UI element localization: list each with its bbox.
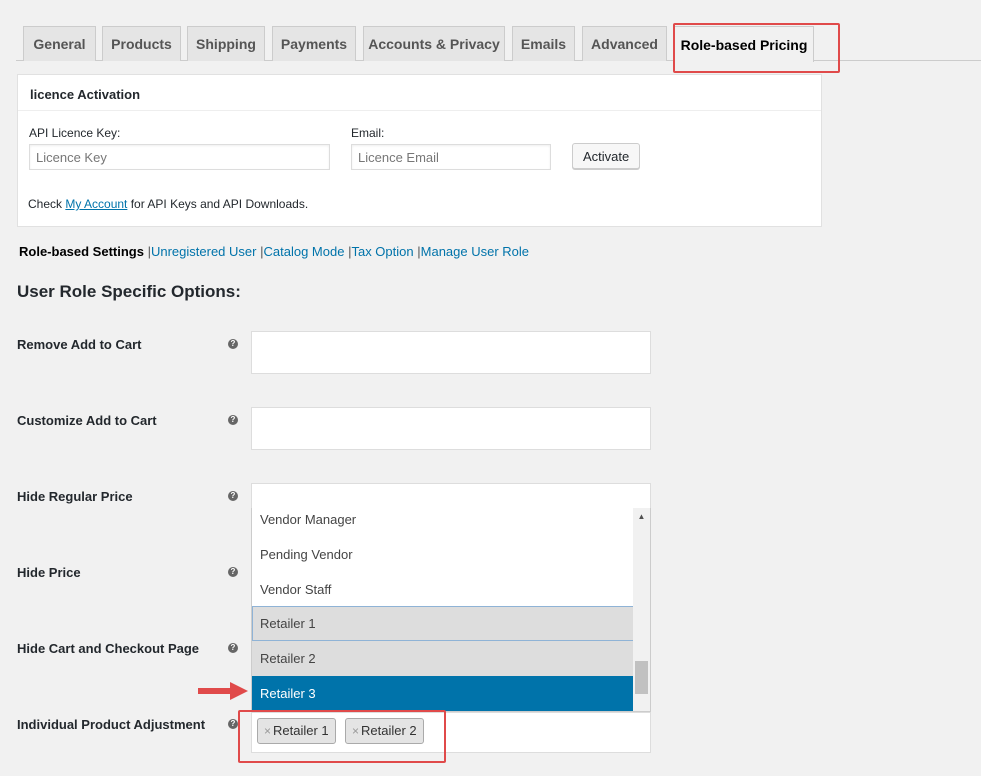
remove-tag-icon[interactable]: ×: [352, 724, 359, 738]
tab-shipping[interactable]: Shipping: [187, 26, 265, 61]
activate-button[interactable]: Activate: [572, 143, 640, 169]
hide-regular-price-label: Hide Regular Price: [17, 489, 133, 504]
option-retailer-3[interactable]: Retailer 3: [252, 676, 634, 711]
selected-tag-retailer-2: × Retailer 2: [345, 718, 424, 744]
selected-tag-retailer-1: × Retailer 1: [257, 718, 336, 744]
licence-note-prefix: Check: [28, 197, 66, 211]
option-vendor-manager[interactable]: Vendor Manager: [252, 508, 634, 537]
api-key-label: API Licence Key:: [29, 126, 121, 140]
option-retailer-2[interactable]: Retailer 2: [252, 641, 634, 676]
help-icon[interactable]: ?: [228, 415, 238, 425]
subnav-catalog-mode[interactable]: Catalog Mode: [264, 244, 345, 259]
help-icon[interactable]: ?: [228, 491, 238, 501]
tab-role-based-pricing[interactable]: Role-based Pricing: [674, 26, 814, 62]
my-account-link[interactable]: My Account: [65, 197, 127, 211]
tab-emails[interactable]: Emails: [512, 26, 575, 61]
option-pending-vendor[interactable]: Pending Vendor: [252, 537, 634, 572]
licence-activation-panel: licence Activation API Licence Key: Emai…: [17, 74, 822, 227]
option-retailer-1[interactable]: Retailer 1: [252, 606, 634, 641]
licence-note: Check My Account for API Keys and API Do…: [28, 197, 308, 211]
individual-product-adjustment-label: Individual Product Adjustment: [17, 717, 206, 732]
email-label: Email:: [351, 126, 385, 140]
tag-label: Retailer 2: [361, 723, 417, 738]
scrollbar-thumb[interactable]: [635, 661, 648, 694]
remove-add-to-cart-label: Remove Add to Cart: [17, 337, 142, 352]
panel-divider: [18, 110, 821, 111]
licence-email-input[interactable]: [351, 144, 551, 170]
licence-note-suffix: for API Keys and API Downloads.: [127, 197, 309, 211]
customize-add-to-cart-select[interactable]: [251, 407, 651, 450]
help-icon[interactable]: ?: [228, 719, 238, 729]
customize-add-to-cart-label: Customize Add to Cart: [17, 413, 157, 428]
option-vendor-staff[interactable]: Vendor Staff: [252, 572, 634, 607]
role-dropdown[interactable]: Vendor Manager Pending Vendor Vendor Sta…: [251, 508, 651, 712]
licence-panel-title: licence Activation: [30, 87, 141, 102]
hide-cart-checkout-label: Hide Cart and Checkout Page: [17, 641, 200, 656]
help-icon[interactable]: ?: [228, 567, 238, 577]
hide-regular-price-select[interactable]: [251, 483, 651, 509]
tab-general[interactable]: General: [23, 26, 96, 61]
help-icon[interactable]: ?: [228, 339, 238, 349]
tab-payments[interactable]: Payments: [272, 26, 356, 61]
api-key-input[interactable]: [29, 144, 330, 170]
subnav-tax-option[interactable]: Tax Option: [351, 244, 413, 259]
tab-products[interactable]: Products: [102, 26, 181, 61]
settings-tab-bar: General Products Shipping Payments Accou…: [0, 0, 981, 62]
subnav-role-based-settings[interactable]: Role-based Settings: [19, 244, 144, 259]
tab-accounts-privacy[interactable]: Accounts & Privacy: [363, 26, 505, 61]
help-icon[interactable]: ?: [228, 643, 238, 653]
remove-tag-icon[interactable]: ×: [264, 724, 271, 738]
hide-price-label: Hide Price: [17, 565, 81, 580]
section-heading: User Role Specific Options:: [17, 282, 241, 301]
subnav-manage-user-role[interactable]: Manage User Role: [421, 244, 529, 259]
dropdown-scrollbar[interactable]: ▲: [633, 508, 650, 711]
scroll-up-icon[interactable]: ▲: [633, 511, 650, 523]
settings-subnav: Role-based Settings |Unregistered User |…: [19, 244, 529, 259]
remove-add-to-cart-select[interactable]: [251, 331, 651, 374]
arrow-right-icon: [198, 682, 248, 700]
tab-advanced[interactable]: Advanced: [582, 26, 667, 61]
tag-label: Retailer 1: [273, 723, 329, 738]
subnav-unregistered-user[interactable]: Unregistered User: [151, 244, 257, 259]
